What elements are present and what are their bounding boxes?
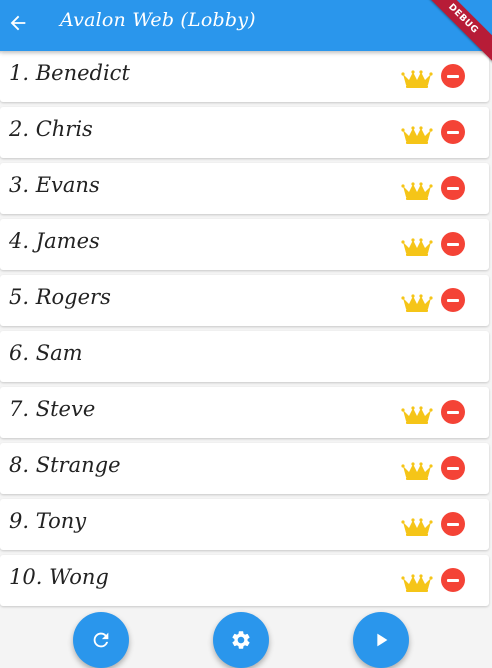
player-name: 4. James — [9, 229, 100, 253]
crown-icon — [401, 181, 433, 201]
player-row[interactable]: 2. Chris — [0, 107, 489, 158]
remove-player-button[interactable] — [441, 232, 465, 256]
crown-icon — [401, 517, 433, 537]
player-name: 8. Strange — [9, 453, 121, 477]
player-row[interactable]: 9. Tony — [0, 499, 489, 550]
settings-icon — [232, 631, 250, 649]
back-button[interactable] — [4, 9, 32, 37]
app-bar: Avalon Web (Lobby) — [0, 0, 492, 51]
crown-icon — [401, 237, 433, 257]
player-name: 3. Evans — [9, 173, 100, 197]
player-row[interactable]: 6. Sam — [0, 331, 489, 382]
remove-player-button[interactable] — [441, 64, 465, 88]
crown-icon — [401, 405, 433, 425]
crown-icon — [401, 69, 433, 89]
player-name: 10. Wong — [9, 565, 109, 589]
player-row[interactable]: 3. Evans — [0, 163, 489, 214]
player-row[interactable]: 7. Steve — [0, 387, 489, 438]
crown-icon — [401, 125, 433, 145]
player-row[interactable]: 10. Wong — [0, 555, 489, 606]
remove-player-button[interactable] — [441, 288, 465, 312]
player-name: 6. Sam — [9, 341, 83, 365]
player-name: 9. Tony — [9, 509, 87, 533]
remove-player-button[interactable] — [441, 120, 465, 144]
remove-player-button[interactable] — [441, 456, 465, 480]
player-row[interactable]: 4. James — [0, 219, 489, 270]
player-row[interactable]: 5. Rogers — [0, 275, 489, 326]
player-row[interactable]: 8. Strange — [0, 443, 489, 494]
remove-player-button[interactable] — [441, 512, 465, 536]
player-name: 7. Steve — [9, 397, 96, 421]
player-name: 1. Benedict — [9, 61, 130, 85]
remove-player-button[interactable] — [441, 176, 465, 200]
remove-player-button[interactable] — [441, 400, 465, 424]
crown-icon — [401, 573, 433, 593]
crown-icon — [401, 461, 433, 481]
play-icon — [377, 633, 388, 647]
app-title: Avalon Web (Lobby) — [60, 9, 256, 31]
player-list: 1. Benedict 2. Chris 3. Evans 4. James 5. Ro… — [0, 51, 492, 611]
arrow-back-icon — [10, 15, 26, 31]
player-row[interactable]: 1. Benedict — [0, 51, 489, 102]
crown-icon — [401, 293, 433, 313]
player-name: 5. Rogers — [9, 285, 111, 309]
player-name: 2. Chris — [9, 117, 93, 141]
remove-player-button[interactable] — [441, 568, 465, 592]
refresh-icon — [93, 632, 109, 648]
